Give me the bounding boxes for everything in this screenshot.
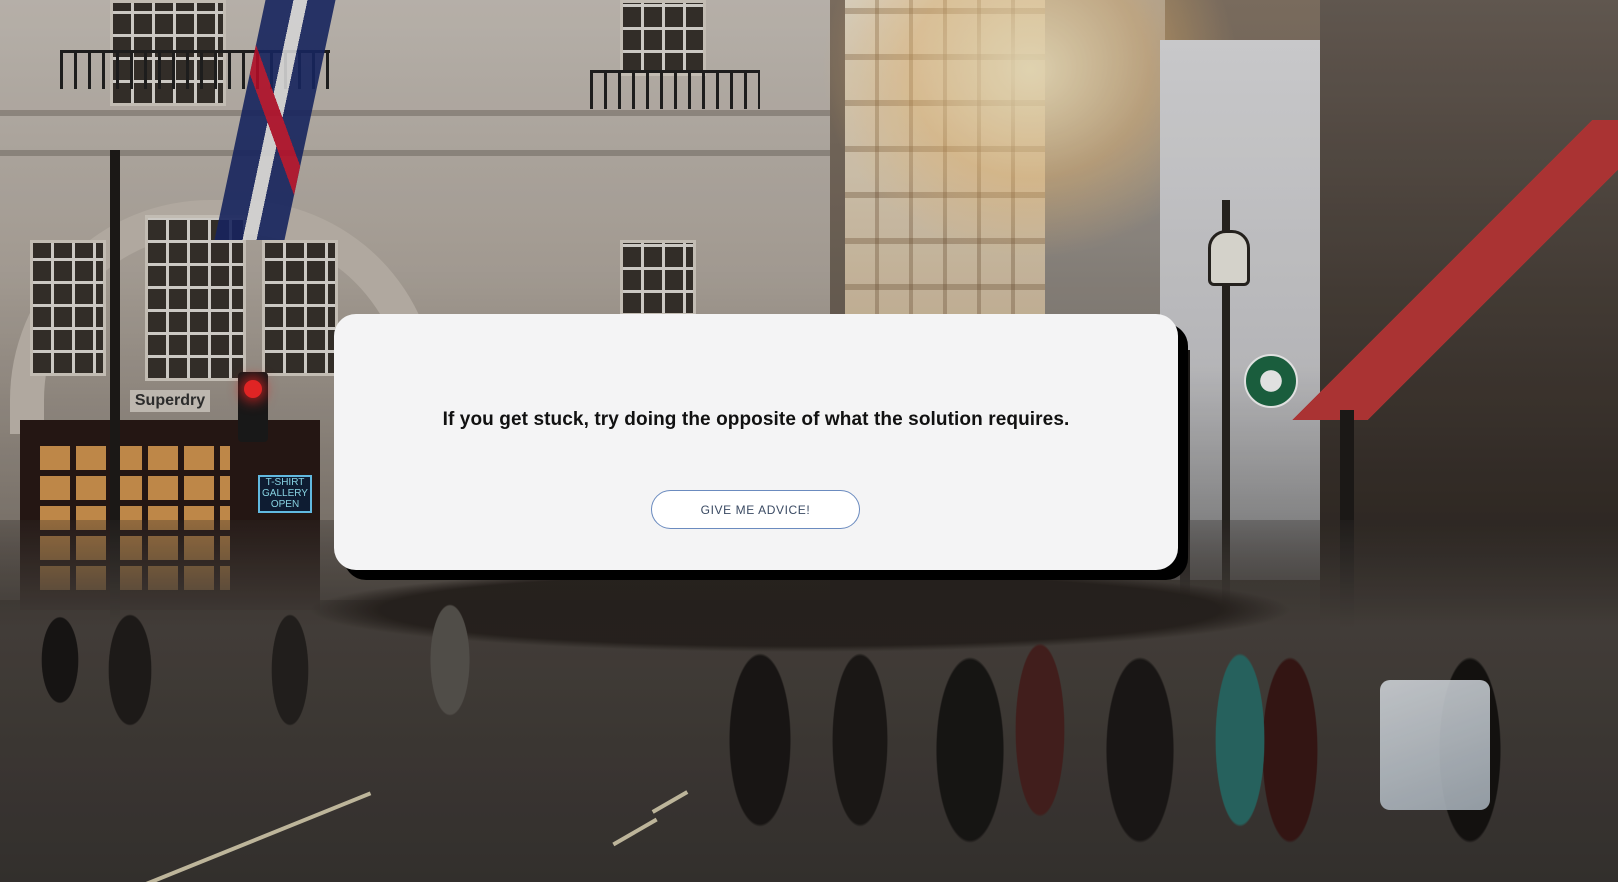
advice-text: If you get stuck, try doing the opposite… bbox=[442, 409, 1070, 430]
give-advice-button[interactable]: GIVE ME ADVICE! bbox=[651, 490, 860, 529]
advice-card: If you get stuck, try doing the opposite… bbox=[334, 314, 1178, 570]
